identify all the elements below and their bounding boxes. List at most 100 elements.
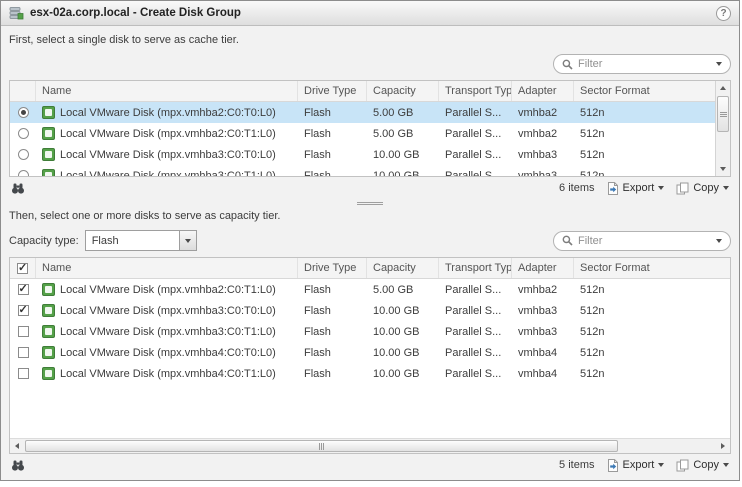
column-header-adapter[interactable]: Adapter: [512, 81, 574, 101]
cell-drive-type: Flash: [298, 123, 367, 144]
cache-table-header: Name Drive Type Capacity Transport Type …: [10, 81, 730, 102]
capacity-table-footer: 5 items Export Copy: [9, 454, 731, 476]
flash-disk-icon: [42, 169, 55, 176]
items-count: 5 items: [559, 459, 594, 471]
cache-filter-placeholder: Filter: [578, 58, 711, 70]
binoculars-icon[interactable]: [11, 181, 25, 195]
cell-transport-type: Parallel S...: [439, 165, 512, 176]
scroll-left-button[interactable]: [10, 439, 24, 453]
scroll-up-button[interactable]: [716, 81, 730, 95]
cache-filter-box[interactable]: Filter: [553, 54, 731, 74]
capacity-disk-row[interactable]: Local VMware Disk (mpx.vmhba3:C0:T1:L0) …: [10, 321, 730, 342]
capacity-disk-row[interactable]: Local VMware Disk (mpx.vmhba4:C0:T1:L0) …: [10, 363, 730, 384]
cell-adapter: vmhba4: [512, 363, 574, 384]
cache-disk-row[interactable]: Local VMware Disk (mpx.vmhba3:C0:T1:L0) …: [10, 165, 730, 176]
capacity-instruction: Then, select one or more disks to serve …: [9, 210, 731, 222]
select-dropdown-button[interactable]: [179, 231, 196, 250]
column-header-transport-type[interactable]: Transport Type: [439, 81, 512, 101]
cell-transport-type: Parallel S...: [439, 279, 512, 300]
capacity-filter-box[interactable]: Filter: [553, 231, 731, 251]
export-button[interactable]: Export: [607, 182, 665, 195]
cache-disk-radio[interactable]: [18, 170, 29, 176]
disk-group-icon: [9, 6, 24, 20]
cell-adapter: vmhba3: [512, 300, 574, 321]
cell-transport-type: Parallel S...: [439, 363, 512, 384]
disk-name: Local VMware Disk (mpx.vmhba2:C0:T1:L0): [60, 128, 276, 140]
dialog-content: First, select a single disk to serve as …: [1, 26, 739, 480]
cell-transport-type: Parallel S...: [439, 144, 512, 165]
cell-adapter: vmhba2: [512, 279, 574, 300]
capacity-disk-row[interactable]: Local VMware Disk (mpx.vmhba4:C0:T0:L0) …: [10, 342, 730, 363]
disk-name: Local VMware Disk (mpx.vmhba2:C0:T0:L0): [60, 107, 276, 119]
chevron-down-icon[interactable]: [716, 239, 722, 243]
cache-disk-row[interactable]: Local VMware Disk (mpx.vmhba3:C0:T0:L0) …: [10, 144, 730, 165]
cell-adapter: vmhba2: [512, 123, 574, 144]
chevron-down-icon: [185, 239, 191, 243]
capacity-disk-checkbox[interactable]: [18, 368, 29, 379]
cell-drive-type: Flash: [298, 102, 367, 123]
column-header-sector-format[interactable]: Sector Format: [574, 258, 730, 278]
cell-capacity: 5.00 GB: [367, 102, 439, 123]
cache-disk-radio[interactable]: [18, 107, 29, 118]
export-icon: [607, 459, 619, 472]
cache-disk-radio[interactable]: [18, 149, 29, 160]
cell-adapter: vmhba2: [512, 102, 574, 123]
binoculars-icon[interactable]: [11, 458, 25, 472]
column-header-capacity[interactable]: Capacity: [367, 258, 439, 278]
export-icon: [607, 182, 619, 195]
copy-button[interactable]: Copy: [676, 459, 729, 472]
cell-sector-format: 512n: [574, 123, 730, 144]
copy-label: Copy: [693, 459, 719, 471]
chevron-down-icon[interactable]: [716, 62, 722, 66]
scroll-down-button[interactable]: [716, 162, 730, 176]
cache-table-footer: 6 items Export Copy: [9, 177, 731, 199]
capacity-horizontal-scrollbar[interactable]: [10, 438, 730, 453]
cell-drive-type: Flash: [298, 300, 367, 321]
chevron-down-icon: [658, 463, 664, 467]
column-header-drive-type[interactable]: Drive Type: [298, 258, 367, 278]
cell-capacity: 10.00 GB: [367, 363, 439, 384]
capacity-type-value: Flash: [86, 231, 179, 250]
scroll-thumb[interactable]: [25, 440, 618, 452]
disk-name: Local VMware Disk (mpx.vmhba3:C0:T0:L0): [60, 305, 276, 317]
cache-disk-row[interactable]: Local VMware Disk (mpx.vmhba2:C0:T1:L0) …: [10, 123, 730, 144]
capacity-disk-checkbox[interactable]: [18, 305, 29, 316]
capacity-disk-row[interactable]: Local VMware Disk (mpx.vmhba3:C0:T0:L0) …: [10, 300, 730, 321]
capacity-disk-checkbox[interactable]: [18, 347, 29, 358]
capacity-disk-table: Name Drive Type Capacity Transport Type …: [9, 257, 731, 454]
cell-transport-type: Parallel S...: [439, 102, 512, 123]
column-header-capacity[interactable]: Capacity: [367, 81, 439, 101]
cache-vertical-scrollbar[interactable]: [715, 81, 730, 176]
column-header-adapter[interactable]: Adapter: [512, 258, 574, 278]
capacity-disk-row[interactable]: Local VMware Disk (mpx.vmhba2:C0:T1:L0) …: [10, 279, 730, 300]
cell-drive-type: Flash: [298, 363, 367, 384]
cell-sector-format: 512n: [574, 321, 730, 342]
capacity-type-select[interactable]: Flash: [85, 230, 197, 251]
copy-button[interactable]: Copy: [676, 182, 729, 195]
create-disk-group-dialog: esx-02a.corp.local - Create Disk Group ?…: [0, 0, 740, 481]
pane-splitter[interactable]: [9, 199, 731, 208]
cell-sector-format: 512n: [574, 300, 730, 321]
column-header-sector-format[interactable]: Sector Format: [574, 81, 730, 101]
flash-disk-icon: [42, 304, 55, 317]
column-header-name[interactable]: Name: [36, 81, 298, 101]
cell-capacity: 10.00 GB: [367, 342, 439, 363]
help-icon[interactable]: ?: [716, 6, 731, 21]
scroll-right-button[interactable]: [716, 439, 730, 453]
cache-disk-radio[interactable]: [18, 128, 29, 139]
column-header-transport-type[interactable]: Transport Type: [439, 258, 512, 278]
capacity-disk-checkbox[interactable]: [18, 326, 29, 337]
export-button[interactable]: Export: [607, 459, 665, 472]
column-header-drive-type[interactable]: Drive Type: [298, 81, 367, 101]
copy-icon: [676, 182, 689, 195]
cell-transport-type: Parallel S...: [439, 342, 512, 363]
column-header-name[interactable]: Name: [36, 258, 298, 278]
cache-disk-row[interactable]: Local VMware Disk (mpx.vmhba2:C0:T0:L0) …: [10, 102, 730, 123]
capacity-toolbar: Capacity type: Flash Filter: [9, 230, 731, 251]
flash-disk-icon: [42, 346, 55, 359]
disk-name: Local VMware Disk (mpx.vmhba3:C0:T1:L0): [60, 326, 276, 338]
scroll-thumb[interactable]: [717, 96, 729, 132]
capacity-disk-checkbox[interactable]: [18, 284, 29, 295]
select-all-checkbox[interactable]: [17, 263, 28, 274]
copy-label: Copy: [693, 182, 719, 194]
